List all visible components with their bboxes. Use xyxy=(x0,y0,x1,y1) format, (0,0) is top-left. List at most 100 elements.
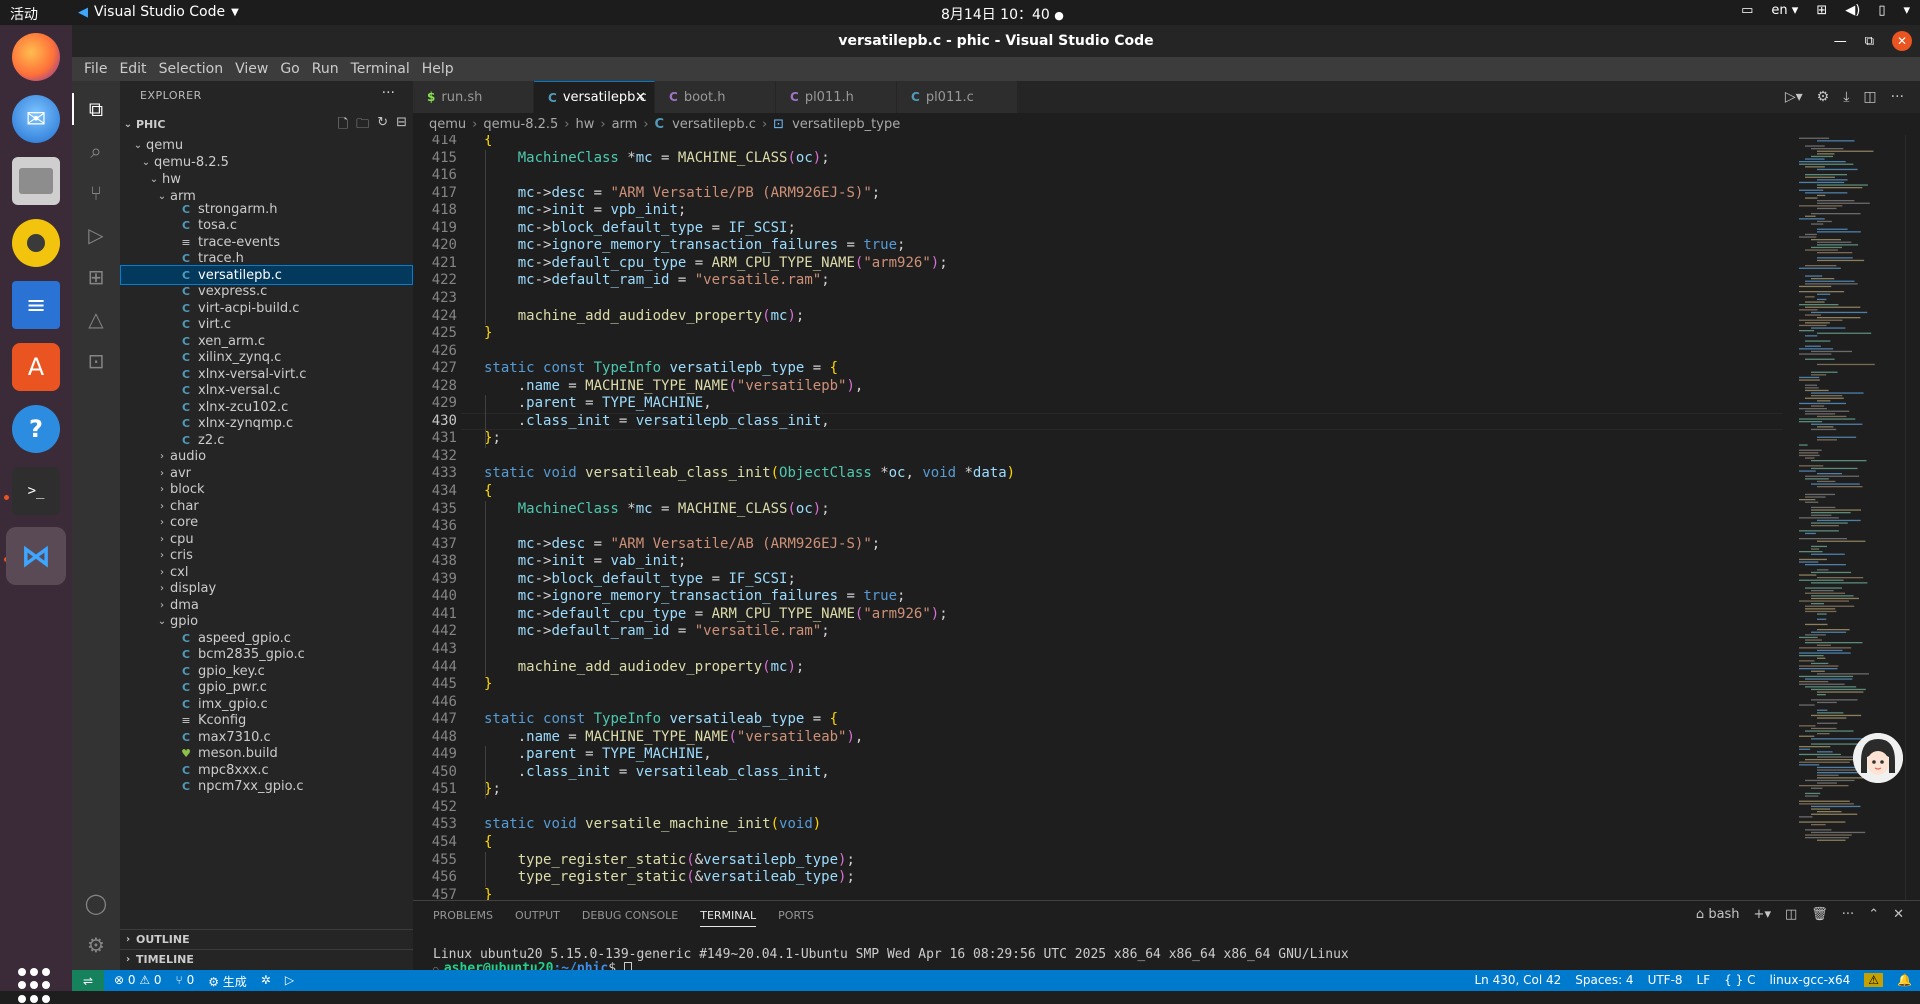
menu-selection[interactable]: Selection xyxy=(153,61,230,77)
run-debug-icon[interactable]: ▷ xyxy=(84,223,108,247)
tab-boot-h[interactable]: Cboot.h xyxy=(655,81,776,113)
software-center-icon[interactable]: A xyxy=(12,343,60,391)
run-code-icon[interactable]: ▷▾ xyxy=(1785,89,1803,105)
refresh-icon[interactable]: ↻ xyxy=(377,115,388,137)
power-menu-icon[interactable]: ▾ xyxy=(1903,3,1910,18)
minimap-line xyxy=(1805,174,1848,176)
panel-tab-terminal[interactable]: TERMINAL xyxy=(700,909,757,927)
ports-status[interactable]: ⑂ 0 xyxy=(176,973,195,990)
rhythmbox-icon[interactable] xyxy=(12,219,60,267)
remote-explorer-icon[interactable]: ⊡ xyxy=(84,349,108,373)
vertical-scrollbar[interactable] xyxy=(1905,135,1919,900)
more-actions-icon[interactable]: ··· xyxy=(1842,907,1854,922)
tab-versatilepb-c[interactable]: Cversatilepb.c ✕ xyxy=(534,81,655,113)
maximize-icon[interactable]: ⧉ xyxy=(1865,34,1874,49)
help-icon[interactable]: ? xyxy=(12,405,60,453)
debug-icon[interactable]: ✲ xyxy=(261,973,271,990)
code-editor[interactable]: 414 {415 MachineClass *mc = MACHINE_CLASS… xyxy=(413,135,1783,900)
tab-pl011-c[interactable]: Cpl011.c xyxy=(897,81,1018,113)
save-remote-icon[interactable]: ⤓ xyxy=(1843,89,1849,105)
maximize-panel-icon[interactable]: ⌃ xyxy=(1868,907,1879,922)
build-status[interactable]: ⚙ 生成 xyxy=(208,973,247,990)
minimap-line xyxy=(1799,600,1849,602)
minimize-icon[interactable]: — xyxy=(1834,34,1847,49)
show-applications-icon[interactable] xyxy=(18,968,54,1004)
terminal-shell-selector[interactable]: ⌂ bash xyxy=(1696,907,1740,922)
battery-icon[interactable]: ▯ xyxy=(1878,3,1885,18)
volume-icon[interactable]: ◀) xyxy=(1845,3,1860,18)
warning-icon[interactable]: ⚠ xyxy=(1864,973,1884,987)
cursor-position[interactable]: Ln 430, Col 42 xyxy=(1474,973,1561,987)
firefox-icon[interactable] xyxy=(12,33,60,81)
account-icon[interactable]: ◯ xyxy=(84,891,108,915)
minimap-line xyxy=(1805,475,1860,477)
breadcrumb-item[interactable]: arm xyxy=(612,117,638,132)
source-control-icon[interactable]: ⑂ xyxy=(84,181,108,205)
tree-item-label: cris xyxy=(170,547,193,563)
problems-status[interactable]: ⊗ 0 ⚠ 0 xyxy=(114,973,162,990)
vscode-icon[interactable]: ⋈ xyxy=(6,527,66,585)
new-terminal-icon[interactable]: +▾ xyxy=(1754,907,1771,922)
breadcrumb-item[interactable]: hw xyxy=(575,117,594,132)
tab-pl011-h[interactable]: Cpl011.h xyxy=(776,81,897,113)
kill-terminal-icon[interactable]: 🗑 xyxy=(1811,907,1828,922)
assistant-avatar-icon[interactable] xyxy=(1853,733,1903,783)
minimap[interactable] xyxy=(1783,135,1903,900)
language-mode[interactable]: { } C xyxy=(1724,973,1755,987)
libreoffice-writer-icon[interactable]: ≡ xyxy=(12,281,60,329)
close-icon[interactable]: ✕ xyxy=(1892,31,1912,51)
collapse-all-icon[interactable]: ⊟ xyxy=(396,115,407,137)
panel-tab-problems[interactable]: PROBLEMS xyxy=(433,909,493,927)
extensions-icon[interactable]: ⊞ xyxy=(84,265,108,289)
new-folder-icon[interactable]: 🗀 xyxy=(356,115,369,137)
notifications-bell-icon[interactable]: 🔔 xyxy=(1897,973,1912,987)
menu-help[interactable]: Help xyxy=(416,61,460,77)
explorer-icon[interactable]: ⧉ xyxy=(84,97,108,121)
more-actions-icon[interactable]: ··· xyxy=(382,85,395,101)
run-icon[interactable]: ▷ xyxy=(285,973,294,990)
close-panel-icon[interactable]: ✕ xyxy=(1893,907,1904,922)
more-actions-icon[interactable]: ··· xyxy=(1891,89,1904,105)
outline-section[interactable]: › OUTLINE xyxy=(120,929,413,949)
menu-terminal[interactable]: Terminal xyxy=(345,61,416,77)
new-file-icon[interactable]: 🗋 xyxy=(338,115,348,137)
timeline-section[interactable]: › TIMELINE xyxy=(120,949,413,969)
configure-icon[interactable]: ⚙ xyxy=(1817,89,1830,105)
indentation[interactable]: Spaces: 4 xyxy=(1575,973,1633,987)
search-icon[interactable]: ⌕ xyxy=(84,139,108,163)
breadcrumb-item[interactable]: qemu-8.2.5 xyxy=(483,117,558,132)
menu-go[interactable]: Go xyxy=(274,61,305,77)
tab-run-sh[interactable]: $ run.sh xyxy=(413,81,534,113)
split-editor-icon[interactable]: ◫ xyxy=(1863,89,1876,105)
files-icon[interactable] xyxy=(12,157,60,205)
menu-edit[interactable]: Edit xyxy=(113,61,152,77)
terminal-icon[interactable]: >_ xyxy=(12,467,60,515)
activities-button[interactable]: 活动 xyxy=(10,4,38,24)
app-menu[interactable]: ◀ Visual Studio Code ▼ xyxy=(78,4,239,20)
breadcrumb-item[interactable]: qemu xyxy=(429,117,466,132)
c-config[interactable]: linux-gcc-x64 xyxy=(1769,973,1850,987)
encoding[interactable]: UTF-8 xyxy=(1648,973,1683,987)
minimap-line xyxy=(1799,761,1850,763)
panel-tab-output[interactable]: OUTPUT xyxy=(515,909,560,927)
thunderbird-icon[interactable]: ✉ xyxy=(12,95,60,143)
menu-view[interactable]: View xyxy=(229,61,274,77)
keyboard-icon[interactable]: ▭ xyxy=(1741,3,1753,18)
network-icon[interactable]: ⊞ xyxy=(1816,3,1827,18)
panel-tab-debug-console[interactable]: DEBUG CONSOLE xyxy=(582,909,678,927)
close-tab-icon[interactable]: ✕ xyxy=(635,90,646,105)
settings-gear-icon[interactable]: ⚙ xyxy=(84,933,108,957)
remote-indicator-icon[interactable]: ⇌ xyxy=(72,970,104,991)
panel-tab-ports[interactable]: PORTS xyxy=(778,909,814,927)
clock[interactable]: 8月14日 10：40 ● xyxy=(941,4,1064,24)
menu-file[interactable]: File xyxy=(78,61,113,77)
menu-run[interactable]: Run xyxy=(306,61,345,77)
breadcrumb-item[interactable]: versatilepb_type xyxy=(792,117,900,132)
tree-file[interactable]: Cnpcm7xx_gpio.c xyxy=(120,776,413,796)
cmake-icon[interactable]: △ xyxy=(84,307,108,331)
code-line: mc->desc = "ARM Versatile/PB (ARM926EJ-S… xyxy=(517,184,881,201)
split-terminal-icon[interactable]: ◫ xyxy=(1785,907,1797,922)
breadcrumb-item[interactable]: versatilepb.c xyxy=(672,117,756,132)
end-of-line[interactable]: LF xyxy=(1697,973,1711,987)
language-indicator[interactable]: en ▾ xyxy=(1771,3,1798,18)
